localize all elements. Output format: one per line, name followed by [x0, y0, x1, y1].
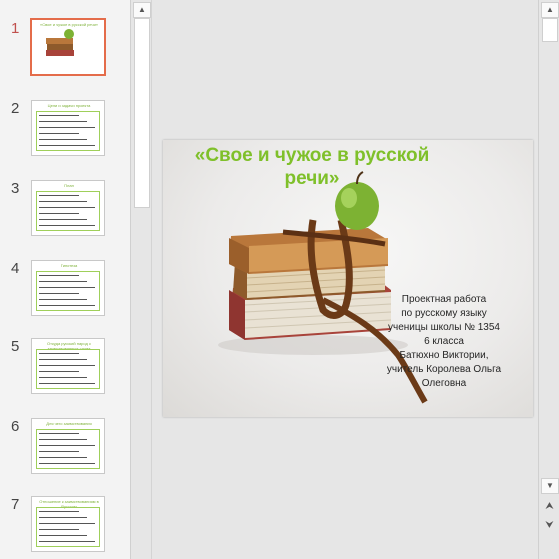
thumbnail-row[interactable]: 6 Для чего заимствования	[0, 418, 130, 478]
thumbnail-text-line	[39, 359, 87, 360]
thumbnail-text-line	[39, 451, 79, 452]
thumbnail-text-line	[39, 139, 87, 140]
thumbnail-title: Для чего заимствования	[46, 421, 92, 426]
thumbnail-scrollbar[interactable]: ▲	[130, 0, 151, 559]
thumbnail-text-line	[39, 225, 95, 226]
thumbnail-text-line	[39, 281, 87, 282]
slide-title-line2: речи»	[284, 168, 340, 189]
editor-scrollbar[interactable]: ▲ ▼ ⮝ ⮟	[538, 0, 559, 559]
thumbnail-text-line	[39, 219, 87, 220]
slide-subtitle[interactable]: Проектная работа по русскому языку учени…	[369, 293, 519, 391]
slide-number: 6	[11, 418, 20, 435]
slide-number: 7	[11, 496, 20, 513]
slide-thumbnail[interactable]: «Свое и чужое в русской речи»	[30, 18, 106, 76]
slide-number: 5	[11, 338, 20, 355]
subtitle-line: Проектная работа	[401, 294, 487, 305]
thumbnail-row[interactable]: 3 План	[0, 180, 130, 240]
slide-thumbnail-pane: 1 «Свое и чужое в русской речи» 2 Цели и за…	[0, 0, 130, 559]
thumbnail-text-line	[39, 529, 79, 530]
slide-thumbnail[interactable]: Отношение к заимствованиям в Русском	[31, 496, 105, 552]
slide-title[interactable]: «Свое и чужое в русской речи»	[177, 144, 447, 190]
thumbnail-text-line	[39, 127, 95, 128]
thumbnail-text-line	[39, 365, 95, 366]
subtitle-line: ученицы школы № 1354	[388, 322, 500, 333]
subtitle-line: по русскому языку	[401, 308, 487, 319]
thumbnail-text-line	[39, 383, 95, 384]
previous-slide-icon[interactable]: ⮝	[542, 500, 557, 514]
next-slide-icon[interactable]: ⮟	[542, 519, 557, 533]
slide-thumbnail[interactable]: Откуда русский народ с заимствованные сл…	[31, 338, 105, 394]
slide-thumbnail[interactable]: Гипотеза	[31, 260, 105, 316]
scroll-up-button[interactable]: ▲	[541, 2, 559, 18]
subtitle-line: Батюхно Виктории,	[399, 350, 489, 361]
thumbnail-text-line	[39, 445, 95, 446]
thumbnail-text-line	[39, 121, 87, 122]
thumbnail-text-line	[39, 213, 79, 214]
thumbnail-row[interactable]: 1 «Свое и чужое в русской речи»	[0, 18, 130, 80]
subtitle-line: 6 класса	[424, 336, 464, 347]
thumbnail-text-line	[39, 377, 87, 378]
thumbnail-text-line	[39, 207, 95, 208]
thumbnail-text-line	[39, 439, 87, 440]
scroll-thumb[interactable]	[134, 18, 150, 208]
thumbnail-text-line	[39, 133, 79, 134]
thumbnail-title: План	[64, 183, 74, 188]
scroll-down-button[interactable]: ▼	[541, 478, 559, 494]
slide-number: 3	[11, 180, 20, 197]
slide-number: 1	[11, 20, 20, 37]
thumbnail-text-line	[39, 287, 95, 288]
thumbnail-text-line	[39, 523, 95, 524]
slide-editor: «Свое и чужое в русской речи» Проектная …	[151, 0, 539, 559]
thumbnail-title: Гипотеза	[60, 263, 78, 268]
thumbnail-row[interactable]: 5 Откуда русский народ с заимствованные с…	[0, 338, 130, 398]
thumbnail-text-line	[39, 353, 79, 354]
thumbnail-text-line	[39, 371, 79, 372]
slide-title-line1: «Свое и чужое в русской	[194, 145, 430, 166]
thumbnail-text-line	[39, 433, 79, 434]
thumbnail-text-line	[39, 517, 87, 518]
thumbnail-text-line	[39, 541, 95, 542]
thumbnail-text-line	[39, 305, 95, 306]
thumbnail-text-line	[39, 535, 87, 536]
slide-thumbnail[interactable]: Цели и задачи проекта	[31, 100, 105, 156]
subtitle-line: учитель Королева Ольга	[386, 364, 502, 375]
thumbnail-books-image	[46, 29, 74, 56]
thumbnail-text-line	[39, 299, 87, 300]
scroll-up-button[interactable]: ▲	[133, 2, 151, 18]
thumbnail-text-line	[39, 145, 95, 146]
scroll-thumb[interactable]	[542, 18, 558, 42]
thumbnail-text-line	[39, 201, 87, 202]
subtitle-line: Олеговна	[421, 378, 467, 389]
thumbnail-text-line	[39, 293, 79, 294]
slide-thumbnail[interactable]: Для чего заимствования	[31, 418, 105, 474]
slide-canvas[interactable]: «Свое и чужое в русской речи» Проектная …	[163, 140, 533, 417]
thumbnail-row[interactable]: 4 Гипотеза	[0, 260, 130, 320]
slide-thumbnail[interactable]: План	[31, 180, 105, 236]
thumbnail-text-line	[39, 463, 95, 464]
thumbnail-text-line	[39, 195, 79, 196]
slide-number: 4	[11, 260, 20, 277]
thumbnail-text-line	[39, 115, 79, 116]
thumbnail-row[interactable]: 2 Цели и задачи проекта	[0, 100, 130, 160]
thumbnail-title: Цели и задачи проекта	[47, 103, 91, 108]
thumbnail-text-line	[39, 457, 87, 458]
slide-number: 2	[11, 100, 20, 117]
thumbnail-text-line	[39, 511, 79, 512]
thumbnail-text-line	[39, 275, 79, 276]
thumbnail-row[interactable]: 7 Отношение к заимствованиям в Русском	[0, 496, 130, 556]
